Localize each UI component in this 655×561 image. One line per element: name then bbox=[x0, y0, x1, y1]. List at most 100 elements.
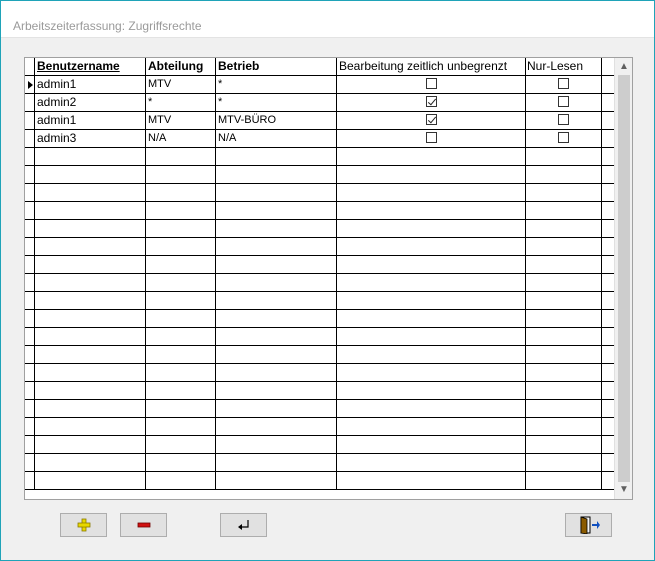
cell-abteilung[interactable] bbox=[146, 292, 216, 309]
cell-benutzername[interactable]: admin1 bbox=[35, 112, 146, 129]
cell-abteilung[interactable] bbox=[146, 220, 216, 237]
cell-betrieb[interactable] bbox=[216, 454, 337, 471]
scroll-down-icon[interactable]: ▼ bbox=[615, 482, 632, 498]
cell-nur-lesen[interactable] bbox=[526, 94, 602, 111]
cell-abteilung[interactable] bbox=[146, 202, 216, 219]
empty-table-row[interactable] bbox=[25, 238, 614, 256]
cell-abteilung[interactable] bbox=[146, 382, 216, 399]
empty-table-row[interactable] bbox=[25, 148, 614, 166]
row-selector[interactable] bbox=[25, 382, 35, 399]
row-selector[interactable] bbox=[25, 472, 35, 489]
row-selector[interactable] bbox=[25, 346, 35, 363]
empty-table-row[interactable] bbox=[25, 382, 614, 400]
cell-unbegrenzt[interactable] bbox=[337, 400, 526, 417]
cell-abteilung[interactable] bbox=[146, 184, 216, 201]
cell-betrieb[interactable]: * bbox=[216, 76, 337, 93]
empty-table-row[interactable] bbox=[25, 436, 614, 454]
cell-unbegrenzt[interactable] bbox=[337, 94, 526, 111]
add-record-button[interactable] bbox=[60, 513, 107, 537]
cell-abteilung[interactable] bbox=[146, 274, 216, 291]
cell-abteilung[interactable] bbox=[146, 310, 216, 327]
column-header-abteilung[interactable]: Abteilung bbox=[146, 58, 216, 75]
cell-betrieb[interactable] bbox=[216, 184, 337, 201]
empty-table-row[interactable] bbox=[25, 292, 614, 310]
cell-unbegrenzt[interactable] bbox=[337, 418, 526, 435]
cell-nur-lesen[interactable] bbox=[526, 112, 602, 129]
cell-nur-lesen[interactable] bbox=[526, 184, 602, 201]
cell-unbegrenzt[interactable] bbox=[337, 454, 526, 471]
cell-unbegrenzt[interactable] bbox=[337, 112, 526, 129]
cell-betrieb[interactable] bbox=[216, 400, 337, 417]
cell-nur-lesen[interactable] bbox=[526, 148, 602, 165]
row-selector[interactable] bbox=[25, 220, 35, 237]
cell-nur-lesen[interactable] bbox=[526, 310, 602, 327]
cell-betrieb[interactable] bbox=[216, 274, 337, 291]
scrollbar-thumb[interactable] bbox=[618, 75, 630, 482]
row-selector[interactable] bbox=[25, 94, 35, 111]
cell-abteilung[interactable] bbox=[146, 364, 216, 381]
row-selector[interactable] bbox=[25, 328, 35, 345]
cell-unbegrenzt[interactable] bbox=[337, 346, 526, 363]
cell-nur-lesen[interactable] bbox=[526, 256, 602, 273]
cell-benutzername[interactable] bbox=[35, 400, 146, 417]
row-selector[interactable] bbox=[25, 202, 35, 219]
cell-abteilung[interactable]: MTV bbox=[146, 76, 216, 93]
cell-betrieb[interactable] bbox=[216, 436, 337, 453]
cell-betrieb[interactable] bbox=[216, 310, 337, 327]
empty-table-row[interactable] bbox=[25, 346, 614, 364]
row-selector[interactable] bbox=[25, 454, 35, 471]
cell-nur-lesen[interactable] bbox=[526, 436, 602, 453]
delete-record-button[interactable] bbox=[120, 513, 167, 537]
row-selector[interactable] bbox=[25, 130, 35, 147]
empty-table-row[interactable] bbox=[25, 202, 614, 220]
empty-table-row[interactable] bbox=[25, 220, 614, 238]
cell-benutzername[interactable] bbox=[35, 220, 146, 237]
cell-benutzername[interactable] bbox=[35, 454, 146, 471]
cell-benutzername[interactable] bbox=[35, 274, 146, 291]
cell-betrieb[interactable] bbox=[216, 148, 337, 165]
row-selector[interactable] bbox=[25, 256, 35, 273]
cell-unbegrenzt[interactable] bbox=[337, 238, 526, 255]
cell-nur-lesen[interactable] bbox=[526, 292, 602, 309]
row-selector[interactable] bbox=[25, 364, 35, 381]
cell-abteilung[interactable] bbox=[146, 400, 216, 417]
column-header-nur-lesen[interactable]: Nur-Lesen bbox=[526, 58, 602, 75]
cell-unbegrenzt[interactable] bbox=[337, 472, 526, 489]
nur-lesen-checkbox[interactable] bbox=[558, 114, 569, 125]
cell-unbegrenzt[interactable] bbox=[337, 202, 526, 219]
cell-benutzername[interactable] bbox=[35, 310, 146, 327]
cell-unbegrenzt[interactable] bbox=[337, 130, 526, 147]
cell-benutzername[interactable] bbox=[35, 364, 146, 381]
cell-unbegrenzt[interactable] bbox=[337, 436, 526, 453]
cell-nur-lesen[interactable] bbox=[526, 328, 602, 345]
cell-benutzername[interactable]: admin3 bbox=[35, 130, 146, 147]
cell-unbegrenzt[interactable] bbox=[337, 364, 526, 381]
empty-table-row[interactable] bbox=[25, 418, 614, 436]
cell-benutzername[interactable]: admin1 bbox=[35, 76, 146, 93]
vertical-scrollbar[interactable]: ▲ ▼ bbox=[614, 58, 632, 499]
table-row[interactable]: admin2 * * bbox=[25, 94, 614, 112]
row-selector[interactable] bbox=[25, 274, 35, 291]
cell-betrieb[interactable] bbox=[216, 202, 337, 219]
row-selector[interactable] bbox=[25, 418, 35, 435]
cell-nur-lesen[interactable] bbox=[526, 382, 602, 399]
cell-benutzername[interactable] bbox=[35, 184, 146, 201]
row-selector[interactable] bbox=[25, 148, 35, 165]
cell-benutzername[interactable]: admin2 bbox=[35, 94, 146, 111]
cell-betrieb[interactable] bbox=[216, 364, 337, 381]
cell-abteilung[interactable]: MTV bbox=[146, 112, 216, 129]
cell-abteilung[interactable] bbox=[146, 436, 216, 453]
cell-betrieb[interactable] bbox=[216, 472, 337, 489]
cell-abteilung[interactable] bbox=[146, 418, 216, 435]
row-selector[interactable] bbox=[25, 310, 35, 327]
cell-unbegrenzt[interactable] bbox=[337, 328, 526, 345]
cell-betrieb[interactable] bbox=[216, 238, 337, 255]
cell-betrieb[interactable]: MTV-BÜRO bbox=[216, 112, 337, 129]
table-row[interactable]: admin1 MTV MTV-BÜRO bbox=[25, 112, 614, 130]
row-selector[interactable] bbox=[25, 238, 35, 255]
cell-benutzername[interactable] bbox=[35, 328, 146, 345]
cell-betrieb[interactable] bbox=[216, 256, 337, 273]
empty-table-row[interactable] bbox=[25, 454, 614, 472]
empty-table-row[interactable] bbox=[25, 472, 614, 490]
row-selector[interactable] bbox=[25, 292, 35, 309]
